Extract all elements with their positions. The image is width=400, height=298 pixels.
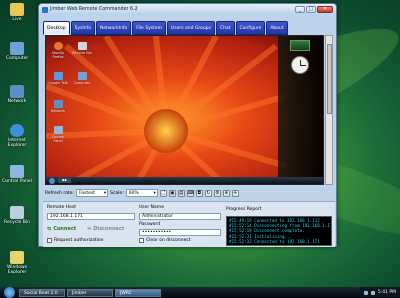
system-tray: 5:41 PM: [359, 287, 400, 298]
save-icon[interactable]: ▣: [168, 189, 176, 197]
checkbox-box: [139, 238, 144, 243]
remote-host-label: Remote Host: [47, 205, 77, 210]
title-bar[interactable]: Jimber Web Remote Commander 6.2 _ □ ✕: [39, 4, 336, 15]
scale-select[interactable]: 60%: [125, 189, 158, 197]
maximize-button[interactable]: □: [306, 6, 316, 13]
username-input[interactable]: Administrator: [139, 213, 221, 220]
app-icon: [42, 6, 48, 13]
recycle-bin-icon: [77, 42, 87, 50]
taskbar-item-jwrc[interactable]: JWRC: [115, 288, 161, 297]
refresh-icon[interactable]: ↻: [204, 189, 212, 197]
connection-panel: Remote Host 192.168.1.171 ⇆ Connect ⇎ Di…: [43, 201, 335, 247]
tab-users-and-groups[interactable]: Users and Groups: [167, 21, 215, 35]
checkbox-box: [47, 238, 52, 243]
request-authorization-checkbox[interactable]: Request authorization: [47, 238, 104, 243]
password-input[interactable]: •••••••••••: [139, 229, 221, 236]
taskbar-item-jimber[interactable]: Jimber: [67, 288, 113, 297]
remote-task-item[interactable]: ▪▪: [58, 178, 71, 183]
disconnect-button[interactable]: ⇎ Disconnect: [87, 226, 124, 232]
desktop-icon-windows-explorer[interactable]: Windows Explorer: [2, 251, 32, 275]
log-line: #15:52:33 Connected to 192.168.1.171: [229, 238, 320, 244]
remote-icon-google-talk[interactable]: Google Talk: [48, 72, 68, 85]
desktop-icon-network[interactable]: Network: [2, 85, 32, 104]
clock-icon: [291, 56, 309, 74]
volume-tray-icon[interactable]: [370, 290, 375, 295]
remote-icon-recycle-bin[interactable]: Recycle Bin: [72, 42, 92, 55]
tab-desktop[interactable]: Desktop: [43, 21, 70, 35]
add-icon[interactable]: ✚: [231, 189, 239, 197]
computer-icon: [10, 42, 24, 55]
minimize-button[interactable]: _: [295, 6, 305, 13]
keyboard-icon[interactable]: ⌨: [186, 189, 194, 197]
control-panel-icon: [53, 126, 63, 134]
desktop-icon-internet-explorer[interactable]: Internet Explorer: [2, 124, 32, 148]
desktop-icon-computer[interactable]: Computer: [2, 42, 32, 61]
remote-host-input[interactable]: 192.168.1.171: [47, 213, 135, 220]
remote-gadget: [290, 40, 310, 51]
progress-report-log: #15:49:19 Connected to 192.168.1.112 #15…: [226, 216, 332, 246]
scrollbar-thumb[interactable]: [327, 44, 332, 114]
tab-chat[interactable]: Chat: [216, 21, 235, 35]
clipboard-icon[interactable]: ▤: [177, 189, 185, 197]
close-button[interactable]: ✕: [317, 6, 333, 13]
tab-networkinfo[interactable]: NetworkInfo: [95, 21, 132, 35]
zoom-icon[interactable]: ⊕: [222, 189, 230, 197]
tab-configure[interactable]: Configure: [235, 21, 266, 35]
refresh-rate-select[interactable]: Fastest: [76, 189, 109, 197]
tab-file-system[interactable]: File System: [132, 21, 167, 35]
remote-desktop-viewer[interactable]: Mozilla Firefox Recycle Bin Google Talk …: [45, 35, 324, 185]
remote-start-icon[interactable]: [49, 177, 55, 184]
remote-icon-network[interactable]: Network: [48, 100, 68, 113]
connect-icon: ⇆: [47, 226, 52, 232]
firefox-icon: [53, 42, 63, 50]
viewer-toolbar: Refresh rate: Fastest Scale: 60% ⛶ ▣ ▤ ⌨…: [45, 187, 333, 199]
tab-sysinfo[interactable]: SysInfo: [70, 21, 95, 35]
lock-icon[interactable]: ◘: [195, 189, 203, 197]
clock-time[interactable]: 5:41 PM: [378, 290, 396, 295]
username-label: User Name: [139, 205, 164, 210]
scale-label: Scale:: [110, 190, 124, 196]
chat-icon: [53, 72, 63, 80]
tab-bar: Desktop SysInfo NetworkInfo File System …: [43, 21, 313, 35]
desktop-icon-live[interactable]: Live: [2, 3, 32, 22]
folder-icon: [10, 3, 24, 16]
desktop-icon-control-panel[interactable]: Control Panel: [2, 165, 32, 184]
progress-report-label: Progress Report: [226, 207, 262, 212]
control-panel-icon: [10, 165, 24, 178]
explorer-icon: [10, 251, 24, 264]
password-label: Password: [139, 222, 161, 227]
start-button[interactable]: [4, 287, 15, 298]
tab-about[interactable]: About: [266, 21, 288, 35]
network-icon: [53, 100, 63, 108]
fullscreen-icon[interactable]: ⛶: [159, 189, 167, 197]
viewer-scrollbar[interactable]: [325, 35, 333, 185]
refresh-rate-label: Refresh rate:: [45, 190, 75, 196]
computer-icon: [77, 72, 87, 80]
settings-icon[interactable]: ⚙: [213, 189, 221, 197]
remote-icon-control-panel[interactable]: Control Panel: [48, 126, 68, 143]
desktop-icon-recycle-bin[interactable]: Recycle Bin: [2, 206, 32, 225]
taskbar-item-social-beat[interactable]: Social Beat 2.0: [19, 288, 65, 297]
connect-button[interactable]: ⇆ Connect: [47, 226, 76, 232]
window-title: Jimber Web Remote Commander 6.2: [50, 7, 138, 12]
app-window: Jimber Web Remote Commander 6.2 _ □ ✕ De…: [38, 3, 337, 247]
network-tray-icon[interactable]: [363, 290, 368, 295]
ie-icon: [10, 124, 24, 137]
remote-taskbar: ▪▪: [46, 177, 323, 184]
remote-icon-firefox[interactable]: Mozilla Firefox: [48, 42, 68, 59]
clear-on-disconnect-checkbox[interactable]: Clear on disconnect: [139, 238, 191, 243]
remote-icon-computer[interactable]: Computer: [72, 72, 92, 85]
network-icon: [10, 85, 24, 98]
taskbar: Social Beat 2.0 Jimber JWRC 5:41 PM: [0, 287, 400, 298]
disconnect-icon: ⇎: [87, 226, 92, 232]
recycle-bin-icon: [10, 206, 24, 219]
